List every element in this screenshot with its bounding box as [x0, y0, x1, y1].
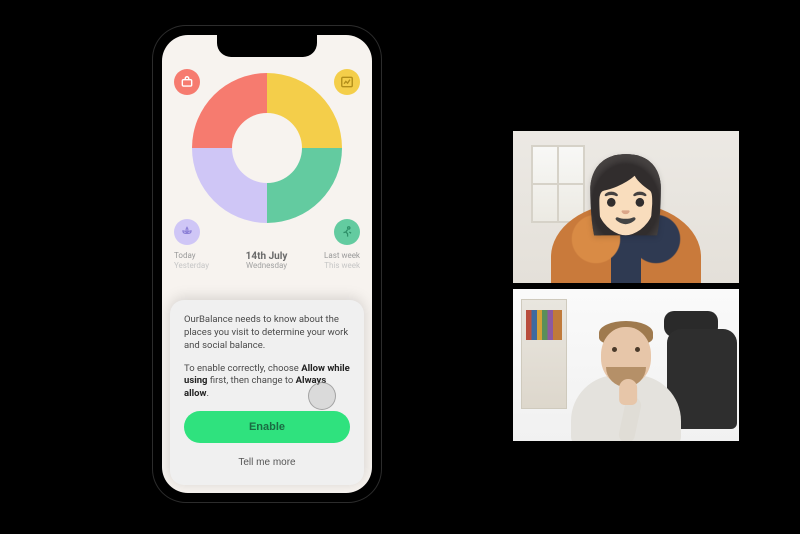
- date-prev[interactable]: Today Yesterday: [174, 251, 209, 270]
- sheet-text-1: OurBalance needs to know about the place…: [184, 314, 350, 352]
- enable-button[interactable]: Enable: [184, 411, 350, 443]
- participant-figure: [571, 375, 681, 444]
- tell-me-more-button[interactable]: Tell me more: [184, 449, 350, 475]
- memoji-avatar-icon: 👩🏻: [580, 159, 672, 233]
- permission-sheet: OurBalance needs to know about the place…: [170, 300, 364, 485]
- lotus-icon[interactable]: [174, 219, 200, 245]
- video-tile-1[interactable]: 👩🏻: [510, 128, 742, 286]
- phone-screen: Today Yesterday 14th July Wednesday Last…: [162, 35, 372, 493]
- background-window: [531, 145, 585, 223]
- date-next[interactable]: Last week This week: [324, 251, 360, 270]
- running-icon[interactable]: [334, 219, 360, 245]
- balance-chart-area: [162, 35, 372, 245]
- touch-indicator-icon: [308, 382, 336, 410]
- balance-donut-chart: [192, 73, 342, 223]
- phone-notch: [217, 35, 317, 57]
- date-current: 14th July Wednesday: [246, 251, 288, 271]
- date-selector[interactable]: Today Yesterday 14th July Wednesday Last…: [162, 245, 372, 273]
- chart-icon[interactable]: [334, 69, 360, 95]
- phone-frame: Today Yesterday 14th July Wednesday Last…: [152, 25, 382, 503]
- video-call-tiles: 👩🏻: [510, 128, 742, 444]
- video-tile-2[interactable]: [510, 286, 742, 444]
- work-icon[interactable]: [174, 69, 200, 95]
- background-bookshelf: [521, 299, 567, 409]
